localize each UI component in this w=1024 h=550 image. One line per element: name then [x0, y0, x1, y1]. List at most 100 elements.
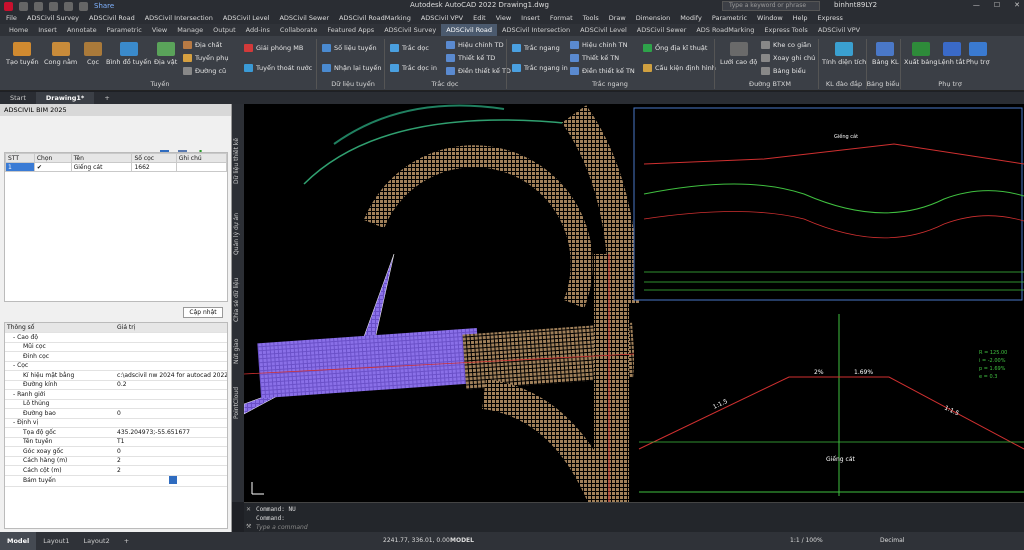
menu-item[interactable]: File [6, 14, 17, 22]
tab-addins[interactable]: Add-ins [241, 24, 275, 36]
hieu-chinh-td-button[interactable]: Hiệu chỉnh TD [446, 41, 504, 49]
menu-item[interactable]: Help [793, 14, 808, 22]
menu-item[interactable]: Express [818, 14, 843, 22]
search-input[interactable]: Type a keyword or phrase [722, 1, 820, 11]
menu-item[interactable]: ADSCivil Intersection [145, 14, 213, 22]
tab-view[interactable]: View [147, 24, 172, 36]
duong-cu-button[interactable]: Đường cũ [183, 67, 226, 75]
menu-item[interactable]: ADSCivil Survey [27, 14, 79, 22]
open-icon[interactable] [19, 1, 28, 11]
add-layout-icon[interactable]: + [117, 532, 136, 550]
luoi-cao-do-button[interactable]: Lưới cao độ [720, 42, 757, 66]
prop-value[interactable] [115, 351, 227, 362]
tab-layout2[interactable]: Layout2 [76, 532, 116, 550]
tuyen-phu-button[interactable]: Tuyến phụ [183, 54, 229, 62]
hieu-chinh-tn-button[interactable]: Hiệu chỉnh TN [570, 41, 628, 49]
tab-collaborate[interactable]: Collaborate [275, 24, 322, 36]
model-space-toggle[interactable]: MODEL [450, 537, 474, 544]
menu-item[interactable]: Modify [680, 14, 702, 22]
tab-drawing1[interactable]: Drawing1* [35, 92, 95, 104]
trac-ngang-in-button[interactable]: Trắc ngang in [512, 64, 568, 72]
cong-nam-button[interactable]: Cong nằm [44, 42, 77, 66]
maximize-icon[interactable]: ☐ [994, 1, 1000, 9]
side-tab-intersection[interactable]: Nút giao [233, 336, 243, 366]
prop-value[interactable]: 0.2 [115, 380, 227, 390]
tab-home[interactable]: Home [4, 24, 33, 36]
prop-value[interactable] [115, 399, 227, 409]
dia-chat-button[interactable]: Địa chất [183, 41, 222, 49]
menu-item[interactable]: Format [550, 14, 573, 22]
undo-icon[interactable] [64, 1, 73, 11]
tab-adscivil-level[interactable]: ADSCivil Level [575, 24, 632, 36]
cross-section-view[interactable]: 1:1.5 1:1.5 2% 1.69% Giếng cát R = 125.0… [634, 304, 1024, 500]
prop-value[interactable]: 0 [115, 446, 227, 457]
menu-item[interactable]: Draw [609, 14, 626, 22]
trac-doc-in-button[interactable]: Trắc dọc in [390, 64, 437, 72]
tab-model[interactable]: Model [0, 532, 37, 550]
tab-adscivil-road[interactable]: ADSCivil Road [441, 24, 498, 36]
tao-tuyen-button[interactable]: Tạo tuyến [6, 42, 39, 66]
menu-item[interactable]: Parametric [712, 14, 747, 22]
dien-thiet-ke-tn-button[interactable]: Điền thiết kế TN [570, 67, 635, 75]
binh-do-tuyen-button[interactable]: Bình đồ tuyến [106, 42, 151, 66]
menu-item[interactable]: ADSCivil RoadMarking [339, 14, 411, 22]
prop-value[interactable]: T1 [115, 437, 227, 447]
prop-value[interactable] [115, 342, 227, 352]
tab-ads-roadmarking[interactable]: ADS RoadMarking [691, 24, 759, 36]
tab-adscivil-survey[interactable]: ADSCivil Survey [379, 24, 441, 36]
wrench-icon[interactable]: ⚒ [246, 523, 251, 530]
dia-vat-button[interactable]: Địa vật [154, 42, 177, 66]
prop-name[interactable]: - Cao độ [5, 332, 115, 343]
giai-phong-mb-button[interactable]: Giải phóng MB [244, 44, 303, 52]
update-button[interactable]: Cập nhật [183, 307, 223, 318]
menu-item[interactable]: Dimension [636, 14, 671, 22]
prop-value[interactable] [115, 389, 227, 400]
ong-dia-ki-thuat-button[interactable]: Ống địa kĩ thuật [643, 44, 707, 52]
close-icon[interactable]: ✕ [1014, 1, 1020, 9]
minimize-icon[interactable]: — [973, 1, 980, 9]
table-row[interactable]: 1 ✔ Giếng cát 1662 [5, 162, 228, 172]
tab-featured-apps[interactable]: Featured Apps [322, 24, 379, 36]
phu-tro-button[interactable]: Phụ trợ [966, 42, 989, 66]
plan-view[interactable] [244, 104, 639, 502]
menu-item[interactable]: Tools [583, 14, 599, 22]
menu-item[interactable]: ADSCivil VPV [421, 14, 463, 22]
menu-item[interactable]: ADSCivil Sewer [279, 14, 329, 22]
prop-value[interactable]: 2 [115, 456, 227, 466]
prop-name[interactable]: - Ranh giới [5, 389, 115, 400]
prop-value[interactable] [115, 361, 227, 371]
cau-kien-dinh-hinh-button[interactable]: Cấu kiện định hình [643, 64, 716, 72]
cell-name[interactable]: Giếng cát [70, 162, 133, 172]
tab-annotate[interactable]: Annotate [62, 24, 102, 36]
bang-kl-button[interactable]: Bảng KL [872, 42, 899, 66]
menu-item[interactable]: Window [757, 14, 783, 22]
user-name[interactable]: binhnt89LY2 [834, 1, 877, 9]
print-icon[interactable] [49, 1, 58, 11]
xoay-ghi-chu-button[interactable]: Xoay ghi chú [761, 54, 815, 62]
command-input[interactable]: Type a command [256, 524, 1016, 532]
redo-icon[interactable] [79, 1, 88, 11]
prop-value[interactable] [115, 475, 227, 487]
side-tab-design-data[interactable]: Dữ liệu thiết kế [233, 126, 243, 196]
thiet-ke-tn-button[interactable]: Thiết kế TN [570, 54, 619, 62]
prop-value[interactable]: 0 [115, 408, 227, 419]
prop-value[interactable]: 2 [115, 465, 227, 476]
profile-view[interactable]: Giếng cát [633, 107, 1024, 301]
menu-item[interactable]: Insert [521, 14, 540, 22]
units-dropdown[interactable]: Decimal [880, 537, 904, 544]
tab-layout1[interactable]: Layout1 [36, 532, 76, 550]
prop-name[interactable]: - Cọc [5, 361, 115, 371]
trac-ngang-button[interactable]: Trắc ngang [512, 44, 560, 52]
lenh-tat-button[interactable]: Lệnh tắt [938, 42, 965, 66]
side-tab-share[interactable]: Chia sẻ dữ liệu [233, 270, 243, 330]
autocad-logo-icon[interactable] [4, 1, 13, 11]
prop-value[interactable] [115, 418, 227, 428]
bam-tuyen-checkbox[interactable] [169, 475, 177, 484]
prop-name[interactable]: - Định vị [5, 418, 115, 428]
drawing-svg[interactable]: Giếng cát 1:1.5 1:1.5 2% 1.69% Giếng cát… [244, 104, 1024, 502]
bang-bieu-dropdown[interactable]: Bảng biểu [761, 67, 806, 75]
thiet-ke-td-button[interactable]: Thiết kế TD [446, 54, 495, 62]
nhan-lai-tuyen-button[interactable]: Nhận lại tuyến [322, 64, 381, 72]
menu-item[interactable]: View [496, 14, 511, 22]
prop-value[interactable]: c:\adscivil nw 2024 for autocad 2022\... [115, 370, 227, 381]
